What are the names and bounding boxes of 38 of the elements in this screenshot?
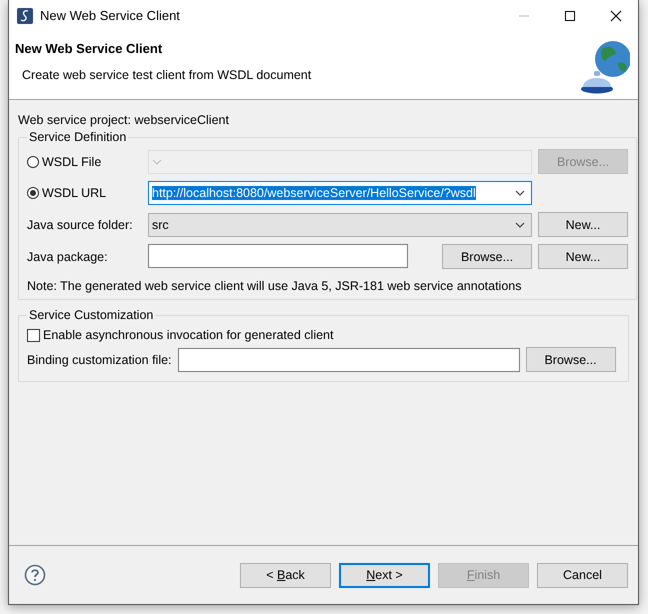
radio-button[interactable]: [27, 187, 39, 199]
window-title: New Web Service Client: [40, 8, 180, 23]
dropdown-icon[interactable]: [515, 190, 525, 196]
wizard-description: Create web service test client from WSDL document: [21, 68, 312, 82]
radio-button[interactable]: [27, 156, 39, 168]
app-icon: [17, 8, 33, 24]
new-button[interactable]: New...: [538, 212, 628, 237]
wizard-button[interactable]: < Back: [240, 562, 331, 588]
source-folder-combo[interactable]: src: [148, 212, 532, 236]
checkbox-option[interactable]: Enable asynchronous invocation for generated client: [27, 328, 620, 342]
url-combo[interactable]: http://localhost:8080/webserviceServer/HelloService/?wsdl: [148, 181, 532, 205]
checkbox[interactable]: [27, 328, 40, 342]
help-icon[interactable]: [24, 564, 46, 586]
group-title: Service Definition: [28, 130, 128, 144]
maximize-icon[interactable]: [564, 10, 576, 22]
field-label: Binding customization file:: [27, 352, 172, 366]
group-title: Service Customization: [28, 308, 154, 322]
checkbox-label: Enable asynchronous invocation for generated client: [43, 328, 334, 342]
wizard-title: New Web Service Client: [15, 41, 164, 56]
wizard-button[interactable]: Cancel: [537, 562, 628, 588]
dropdown-icon[interactable]: [515, 222, 525, 228]
project-label: Web service project: webserviceClient: [18, 113, 230, 127]
binding-file-input[interactable]: [178, 348, 520, 372]
field-label: Java package:: [27, 250, 109, 264]
package-input[interactable]: [148, 244, 408, 268]
source-folder-value: src: [152, 218, 169, 232]
radio-label: WSDL URL: [42, 186, 106, 200]
close-icon[interactable]: [610, 10, 622, 22]
browse-button[interactable]: Browse...: [442, 244, 532, 269]
radio-option[interactable]: WSDL URL: [27, 186, 142, 200]
url-value: http://localhost:8080/webserviceServer/HelloService/?wsdl: [152, 186, 476, 200]
new-button[interactable]: New...: [538, 244, 628, 269]
note-text: Note: The generated web service client will use Java 5, JSR-181 web service annotations: [27, 279, 522, 293]
field-label: Java source folder:: [27, 218, 134, 232]
browse-button[interactable]: Browse...: [526, 347, 616, 372]
radio-label: WSDL File: [42, 154, 102, 168]
wizard-button[interactable]: Next >: [339, 562, 430, 588]
radio-option[interactable]: WSDL File: [27, 154, 142, 168]
